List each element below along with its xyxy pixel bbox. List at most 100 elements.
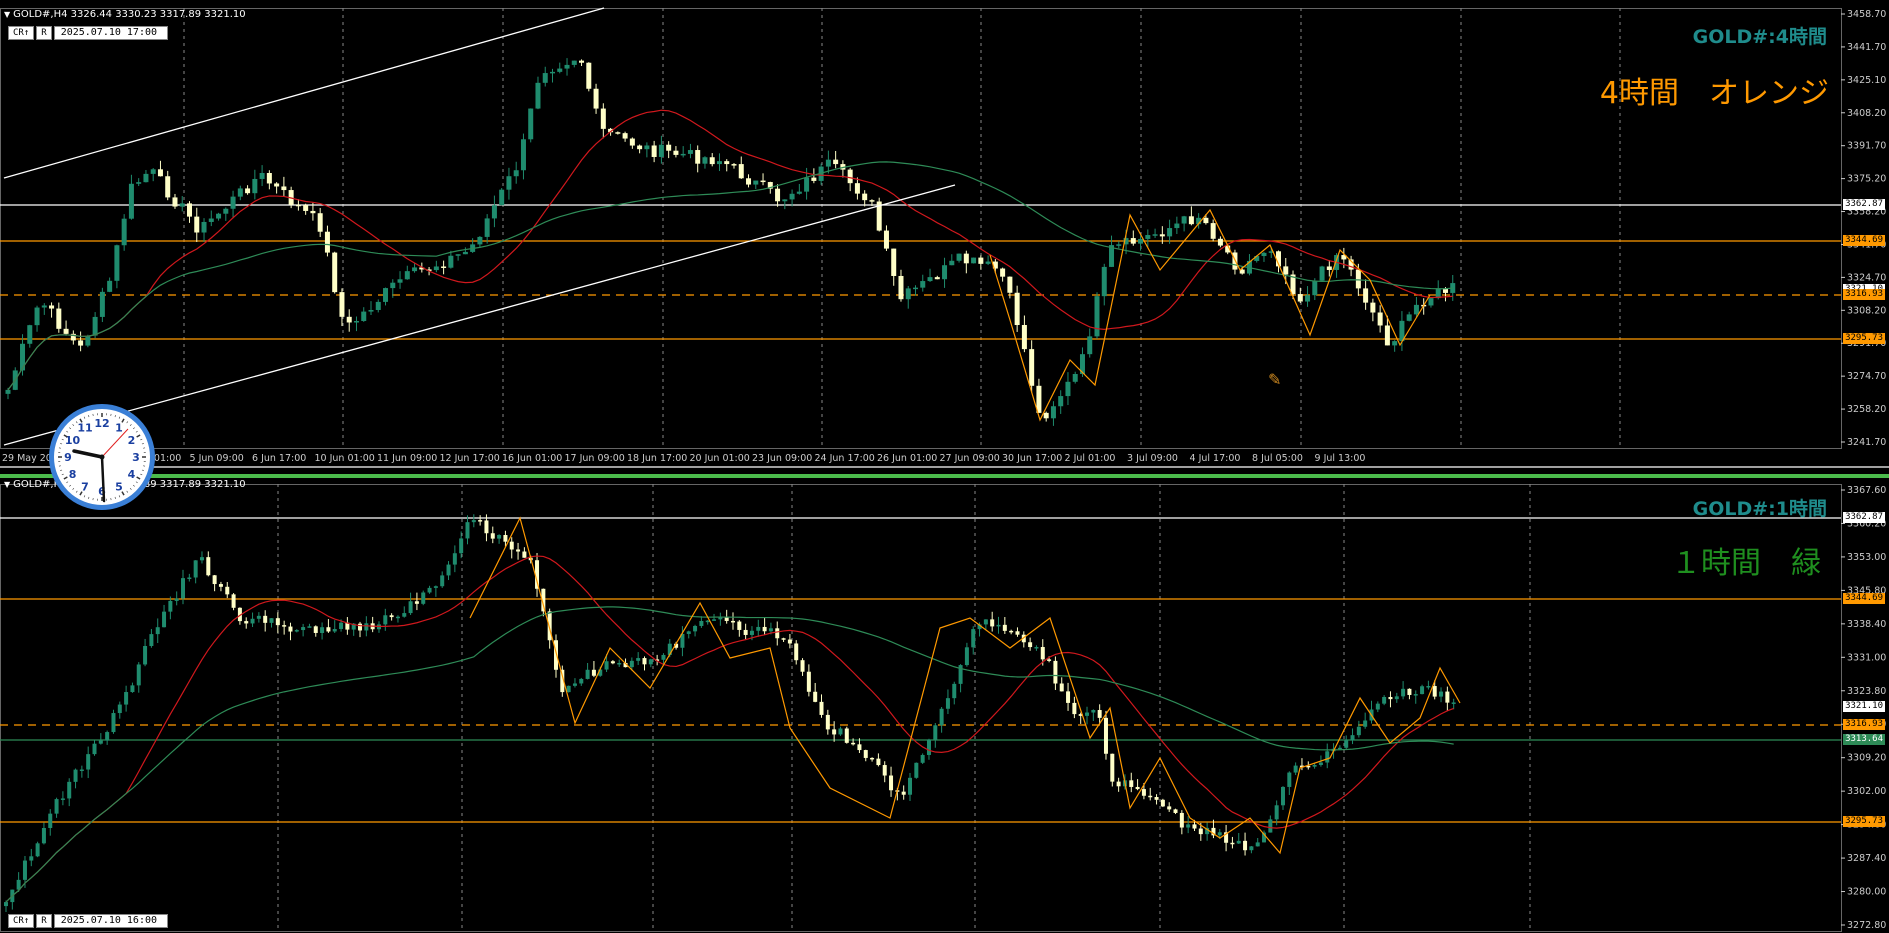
candle-body <box>567 686 571 692</box>
candle-body <box>1104 718 1108 754</box>
candle-body <box>862 194 867 201</box>
candle-body <box>914 763 918 778</box>
candle-body <box>1060 684 1064 692</box>
candle-body <box>1116 244 1121 246</box>
h1-datetime-field[interactable]: 2025.07.10 16:00 <box>54 914 168 928</box>
candle-body <box>782 199 787 201</box>
candle-body <box>295 630 299 632</box>
candle-body <box>245 188 250 193</box>
h4-chart-header: ▼GOLD#,H4 3326.44 3330.23 3317.89 3321.1… <box>4 9 246 20</box>
candle-body <box>326 627 330 631</box>
price-tag-3344.69: 3344.69 <box>1843 235 1885 246</box>
candle-body <box>61 798 65 800</box>
candle-body <box>586 670 590 679</box>
candle-body <box>1098 710 1102 718</box>
candle-body <box>93 744 97 754</box>
clock-tick <box>73 424 74 425</box>
h4-symbol-label: GOLD#:4時間 <box>1693 22 1827 49</box>
candle-body <box>1160 234 1165 236</box>
price-tag-3344.69: 3344.69 <box>1843 593 1885 604</box>
clock-tick <box>136 431 138 432</box>
candle-body <box>1256 842 1260 846</box>
analog-clock-widget[interactable]: 121234567891011 <box>49 404 155 510</box>
candle-body <box>383 615 387 624</box>
candle-body <box>832 729 836 734</box>
candle-body <box>957 254 962 261</box>
candle-body <box>354 321 359 323</box>
fast-moving-average-line <box>8 110 1453 390</box>
price-tick-label: 3274.70 <box>1847 371 1886 382</box>
candle-body <box>1148 796 1152 798</box>
candle-body <box>813 692 817 702</box>
candle-body <box>928 277 933 281</box>
candle-body <box>74 770 78 782</box>
candle-body <box>964 254 969 264</box>
collapse-triangle-icon[interactable]: ▼ <box>4 480 10 489</box>
candle-body <box>644 145 649 149</box>
candle-body <box>396 617 400 619</box>
price-tick-label: 3302.00 <box>1847 786 1886 797</box>
pencil-icon[interactable]: ✎ <box>1268 370 1281 389</box>
candle-body <box>48 814 52 828</box>
candle-body <box>202 222 207 233</box>
h1-r-button[interactable]: R <box>36 914 51 928</box>
candle-body <box>23 861 27 880</box>
clock-tick <box>60 443 62 444</box>
h4-cr-button[interactable]: CR↑ <box>8 26 34 40</box>
candle-body <box>111 713 115 732</box>
candle-body <box>267 173 272 183</box>
candle-body <box>811 178 816 181</box>
candle-body <box>434 266 439 270</box>
candle-body <box>617 663 621 665</box>
h1-price-chart[interactable]: 3367.603360.203353.003345.803338.403331.… <box>0 478 1889 933</box>
clock-tick <box>73 488 74 489</box>
candle-body <box>855 183 860 193</box>
candle-body <box>459 538 463 553</box>
candle-body <box>1041 647 1045 659</box>
candle-body <box>572 61 577 65</box>
candle-body <box>833 160 838 164</box>
candle-body <box>42 828 46 843</box>
price-tick-label: 3309.20 <box>1847 753 1886 764</box>
candle-body <box>1072 703 1076 714</box>
candle-body <box>935 277 940 279</box>
candle-body <box>232 594 236 607</box>
candle-body <box>611 661 615 663</box>
candle-body <box>659 145 664 157</box>
clock-tick <box>88 497 89 499</box>
candle-body <box>448 256 453 268</box>
candle-body <box>257 616 261 619</box>
time-axis-label: 17 Jun 09:00 <box>565 453 625 464</box>
clock-tick <box>127 491 128 493</box>
candle-body <box>1174 809 1178 813</box>
h4-datetime-field[interactable]: 2025.07.10 17:00 <box>54 26 168 40</box>
candle-body <box>744 630 748 635</box>
candle-body <box>1211 223 1216 239</box>
candle-body <box>921 755 925 763</box>
candle-body <box>594 89 599 109</box>
candle-body <box>252 179 257 193</box>
candle-body <box>1319 763 1323 765</box>
candle-body <box>503 535 507 542</box>
h1-cr-button[interactable]: CR↑ <box>8 914 34 928</box>
candle-body <box>1028 642 1032 647</box>
candle-body <box>358 624 362 631</box>
candle-body <box>100 292 105 317</box>
candle-body <box>402 613 406 617</box>
collapse-triangle-icon[interactable]: ▼ <box>4 10 10 19</box>
candle-body <box>122 219 127 246</box>
candle-body <box>725 617 729 621</box>
h4-chart-pane[interactable]: 3458.703441.703425.103408.203391.703375.… <box>0 0 1889 468</box>
h4-toolbar: CR↑R2025.07.10 17:00 <box>8 26 168 39</box>
candle-body <box>775 189 780 202</box>
time-axis-label: 9 Jul 13:00 <box>1315 453 1366 464</box>
h4-r-button[interactable]: R <box>36 26 51 40</box>
price-tick-label: 3425.10 <box>1847 75 1886 86</box>
candle-body <box>1073 374 1078 382</box>
candle-body <box>971 258 976 264</box>
candle-body <box>630 139 635 146</box>
h1-chart-pane[interactable]: 3367.603360.203353.003345.803338.403331.… <box>0 474 1889 933</box>
candle-body <box>1095 296 1100 336</box>
candle-body <box>763 627 767 631</box>
price-tag-3316.93: 3316.93 <box>1843 289 1885 300</box>
